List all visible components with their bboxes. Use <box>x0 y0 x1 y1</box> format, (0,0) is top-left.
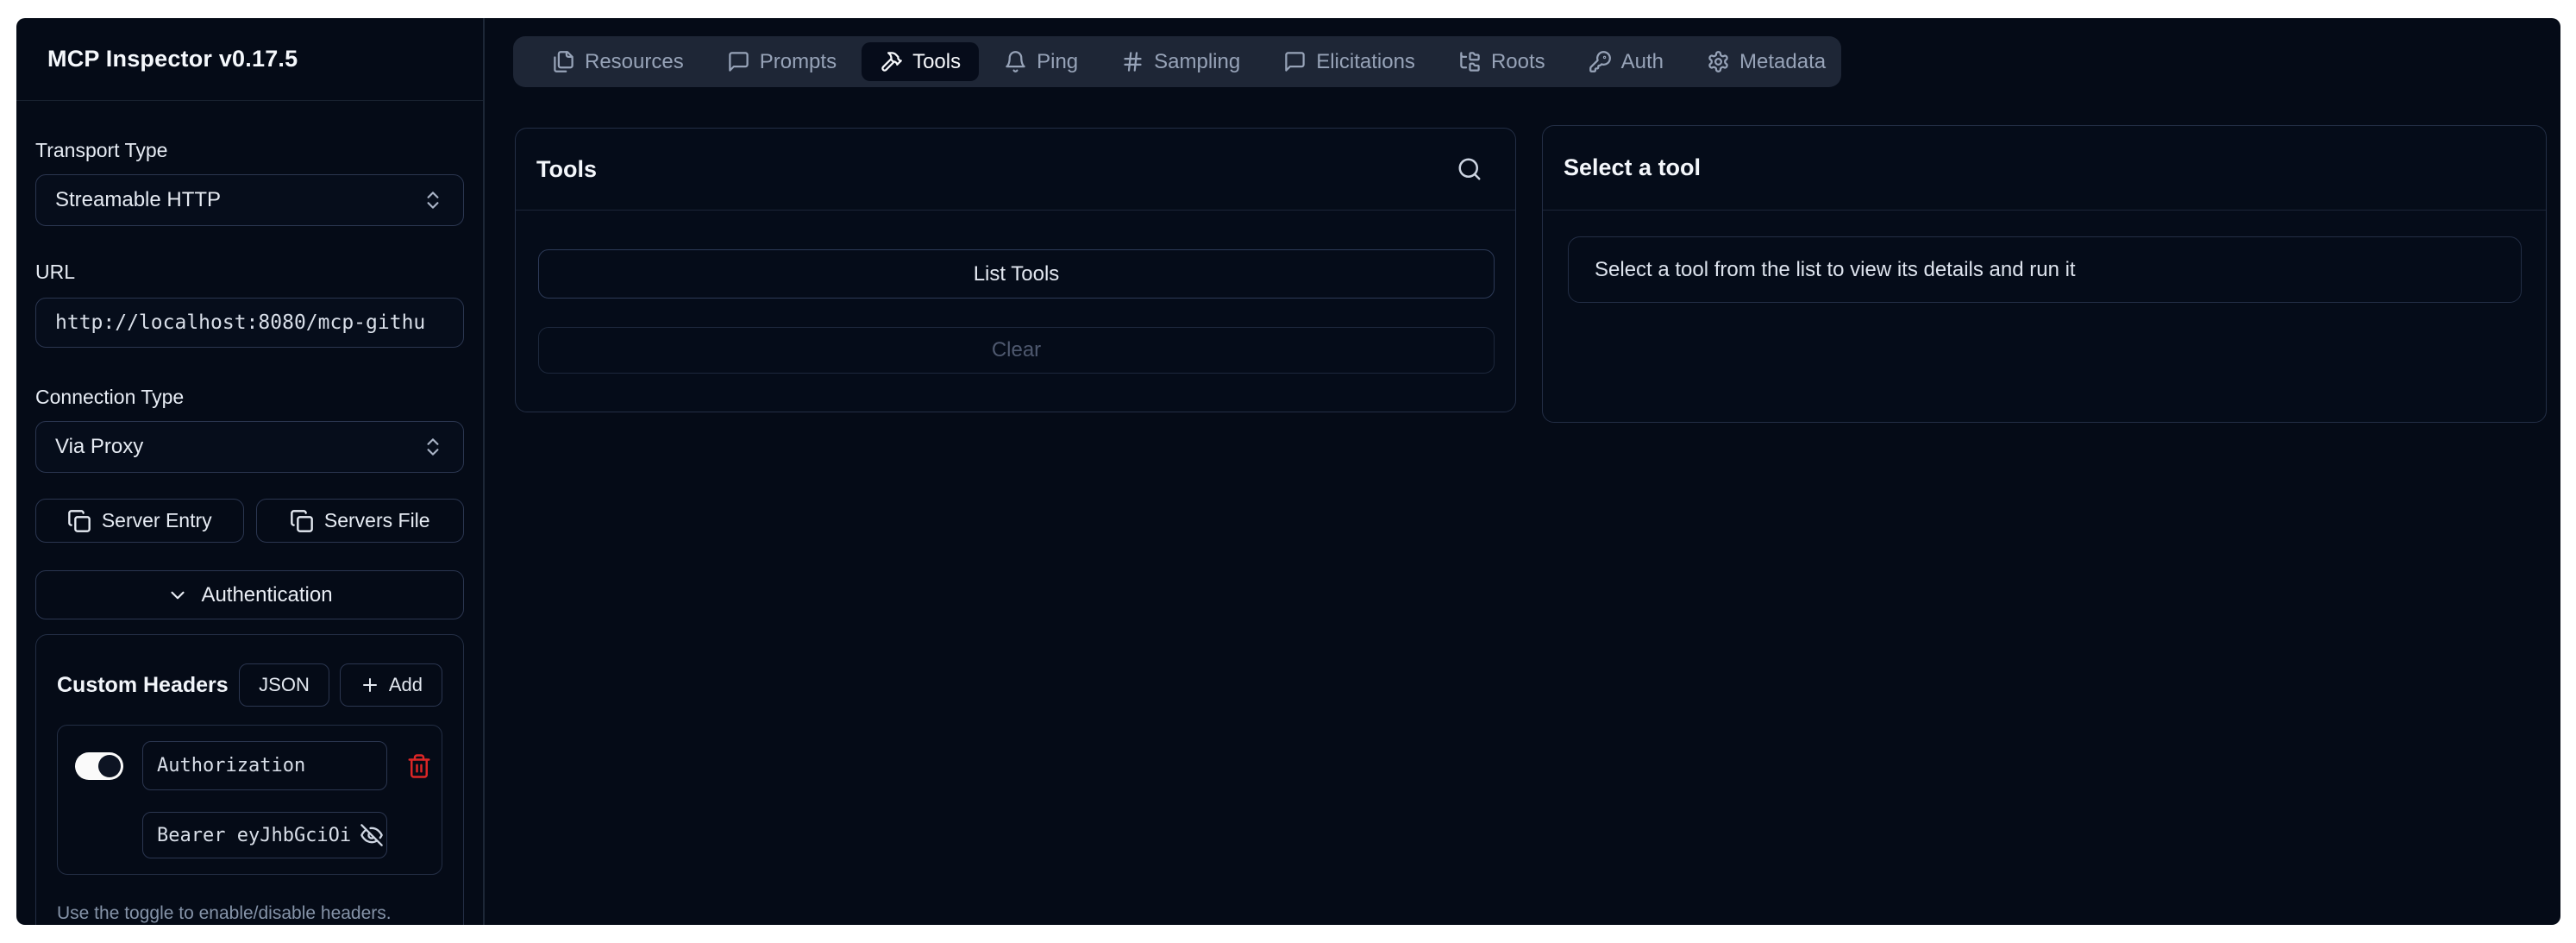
tab-label: Roots <box>1491 50 1545 74</box>
message-square-icon <box>727 50 750 73</box>
tab-label: Resources <box>585 50 684 74</box>
clear-tools-button[interactable]: Clear <box>538 327 1495 374</box>
tab-sampling[interactable]: Sampling <box>1103 42 1258 81</box>
custom-headers-title: Custom Headers <box>57 673 239 698</box>
empty-state-message: Select a tool from the list to view its … <box>1568 236 2522 303</box>
folder-tree-icon <box>1458 50 1482 73</box>
search-tools-button[interactable] <box>1457 156 1482 182</box>
delete-header-button[interactable] <box>406 753 436 779</box>
tab-label: Elicitations <box>1316 50 1415 74</box>
tab-label: Sampling <box>1154 50 1240 74</box>
connection-type-value: Via Proxy <box>55 435 143 459</box>
servers-file-button[interactable]: Servers File <box>256 499 465 543</box>
export-buttons-row: Server Entry Servers File <box>35 499 464 543</box>
tab-label: Metadata <box>1739 50 1826 74</box>
chevron-down-icon <box>166 584 189 607</box>
hash-icon <box>1121 50 1144 73</box>
add-header-label: Add <box>389 674 423 696</box>
files-icon <box>552 50 575 73</box>
app-title: MCP Inspector v0.17.5 <box>47 46 298 72</box>
add-header-button[interactable]: Add <box>340 663 442 707</box>
headers-help-line1: Use the toggle to enable/disable headers… <box>57 903 392 923</box>
hammer-icon <box>880 50 903 73</box>
servers-file-label: Servers File <box>324 509 430 532</box>
detail-panel-header: Select a tool <box>1543 126 2546 211</box>
tab-metadata[interactable]: Metadata <box>1689 42 1844 81</box>
tools-panel-header: Tools <box>516 129 1515 211</box>
bell-icon <box>1004 50 1027 73</box>
authentication-toggle-button[interactable]: Authentication <box>35 570 464 619</box>
tab-resources[interactable]: Resources <box>534 42 702 81</box>
list-tools-button[interactable]: List Tools <box>538 249 1495 299</box>
tab-ping[interactable]: Ping <box>986 42 1096 81</box>
header-name-value: Authorization <box>157 755 305 776</box>
transport-type-label: Transport Type <box>35 139 464 162</box>
eye-off-icon[interactable] <box>360 823 384 847</box>
top-nav-tabs: Resources Prompts Tools <box>513 36 1841 87</box>
server-entry-label: Server Entry <box>102 509 212 532</box>
search-icon <box>1457 156 1482 182</box>
tab-label: Tools <box>912 50 961 74</box>
server-entry-button[interactable]: Server Entry <box>35 499 244 543</box>
app-window: MCP Inspector v0.17.5 Transport Type Str… <box>16 18 2560 925</box>
tab-roots[interactable]: Roots <box>1440 42 1564 81</box>
tab-elicitations[interactable]: Elicitations <box>1265 42 1433 81</box>
chevrons-up-down-icon <box>422 189 444 211</box>
copy-icon <box>290 509 314 533</box>
url-value: http://localhost:8080/mcp-githu <box>55 311 425 334</box>
gear-icon <box>1707 50 1730 73</box>
headers-help-text: Use the toggle to enable/disable headers… <box>57 901 442 925</box>
toggle-thumb <box>98 755 121 777</box>
header-value-input[interactable]: Bearer eyJhbGciOi <box>142 812 387 858</box>
main-area: Resources Prompts Tools <box>485 18 2560 925</box>
transport-type-value: Streamable HTTP <box>55 188 221 212</box>
tool-detail-panel: Select a tool Select a tool from the lis… <box>1542 125 2547 423</box>
tab-label: Auth <box>1621 50 1664 74</box>
sidebar-content: Transport Type Streamable HTTP URL http:… <box>16 101 483 925</box>
header-value-value: Bearer eyJhbGciOi <box>157 825 351 846</box>
sidebar-header: MCP Inspector v0.17.5 <box>16 18 483 101</box>
header-entry-row: Authorization Bearer eyJhbGciOi <box>57 725 442 875</box>
chevrons-up-down-icon <box>422 436 444 458</box>
tab-label: Prompts <box>760 50 837 74</box>
sidebar: MCP Inspector v0.17.5 Transport Type Str… <box>16 18 485 925</box>
connection-type-label: Connection Type <box>35 386 464 409</box>
connection-type-select[interactable]: Via Proxy <box>35 421 464 473</box>
trash-icon <box>406 753 432 779</box>
detail-panel-title: Select a tool <box>1564 154 1701 181</box>
custom-headers-card: Custom Headers JSON Add <box>35 634 464 925</box>
custom-headers-title-row: Custom Headers JSON Add <box>57 663 442 707</box>
transport-type-select[interactable]: Streamable HTTP <box>35 174 464 226</box>
url-label: URL <box>35 261 464 284</box>
tab-prompts[interactable]: Prompts <box>709 42 855 81</box>
header-name-input[interactable]: Authorization <box>142 741 387 790</box>
tab-auth[interactable]: Auth <box>1570 42 1682 81</box>
tools-panel: Tools List Tools Clear <box>515 128 1516 412</box>
plus-icon <box>360 675 380 695</box>
screenshot-page: MCP Inspector v0.17.5 Transport Type Str… <box>0 0 2576 943</box>
key-icon <box>1589 50 1612 73</box>
tab-label: Ping <box>1037 50 1078 74</box>
authentication-label: Authentication <box>201 583 332 607</box>
copy-icon <box>67 509 91 533</box>
json-button[interactable]: JSON <box>239 663 329 707</box>
url-input[interactable]: http://localhost:8080/mcp-githu <box>35 298 464 348</box>
header-enabled-toggle[interactable] <box>75 752 123 780</box>
tab-tools[interactable]: Tools <box>862 42 979 81</box>
message-square-icon <box>1283 50 1307 73</box>
tools-panel-title: Tools <box>536 156 597 183</box>
